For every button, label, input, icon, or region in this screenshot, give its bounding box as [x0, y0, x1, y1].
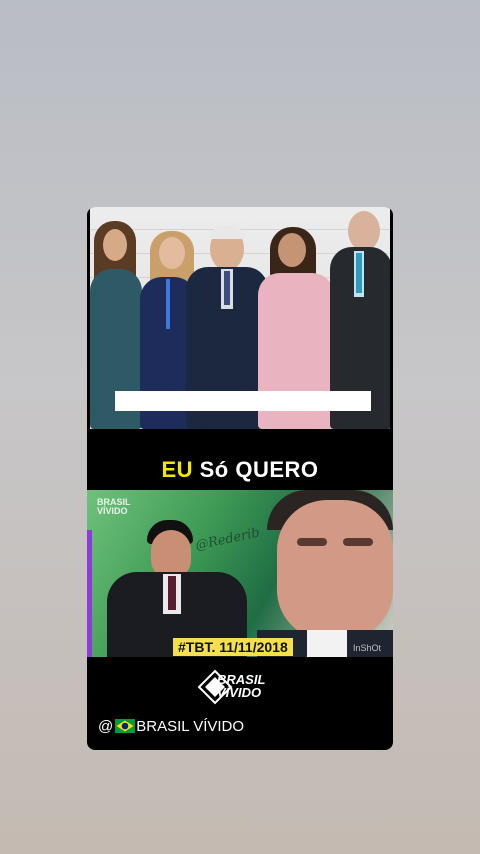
date-tag: #TBT. 11/11/2018: [173, 638, 293, 656]
caption-blank-bar: [115, 391, 371, 411]
post-card[interactable]: EU Só QUERO BRASIL VÍVIDO @Rederib #TBT.: [87, 207, 393, 750]
headline-word-2: Só: [199, 457, 229, 482]
man-close-up: [257, 490, 393, 657]
account-handle[interactable]: @ BRASIL VÍVIDO: [98, 718, 244, 735]
brazil-flag-icon: [115, 719, 136, 733]
headline-word-3: QUERO: [235, 457, 319, 482]
brasil-vivido-logo: BRASIL VÍVIDO: [197, 669, 283, 705]
headline-word-1: EU: [161, 457, 193, 482]
small-brand-logo: BRASIL VÍVIDO: [97, 497, 131, 516]
headline: EU Só QUERO: [87, 457, 393, 483]
purple-edge: [87, 530, 92, 657]
inshot-mark: InShOt: [352, 643, 381, 653]
logo-line-2: VÍVIDO: [217, 685, 262, 700]
handle-prefix: @: [98, 718, 114, 735]
group-photo: [90, 207, 390, 429]
tbt-photo: BRASIL VÍVIDO @Rederib #TBT. 11/11/2018 …: [87, 490, 393, 657]
handle-name: BRASIL VÍVIDO: [136, 718, 245, 735]
man-in-suit: [107, 520, 257, 657]
